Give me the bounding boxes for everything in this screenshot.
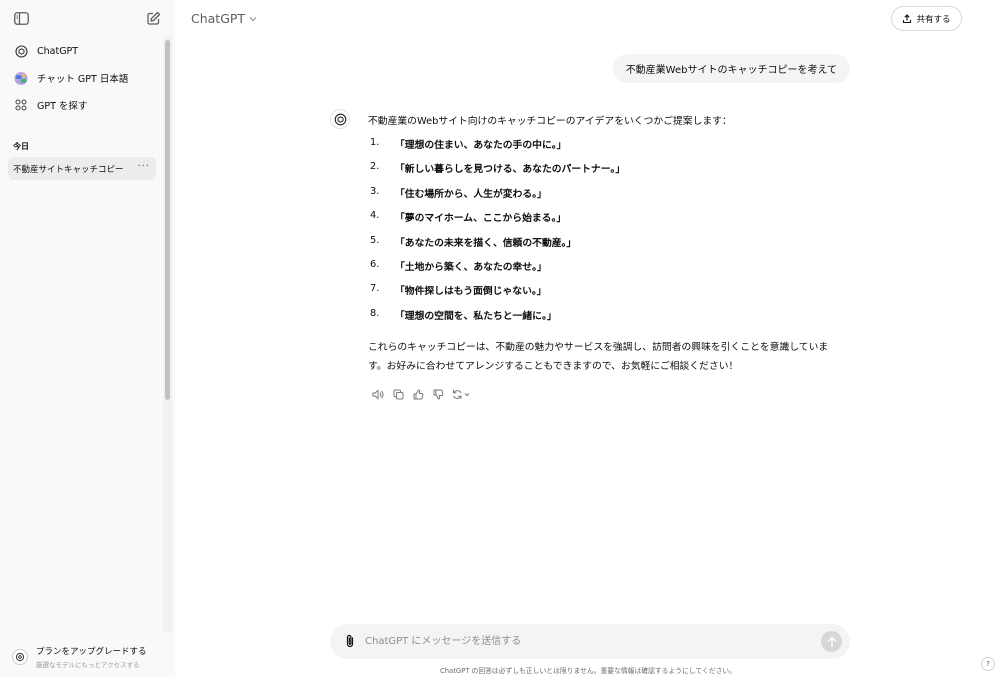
main-panel: ChatGPT 共有する 不動産業Webサイトのキャッチコピーを考えて 不動産業…	[175, 0, 1001, 677]
thumbs-up-icon	[413, 389, 423, 399]
list-text: 「理想の空間を、私たちと一緒に。」	[395, 310, 557, 322]
message-input[interactable]	[365, 632, 805, 651]
upgrade-icon	[12, 649, 28, 665]
list-number: 1.	[370, 137, 380, 148]
list-number: 3.	[370, 185, 380, 197]
sidebar-item-label: チャット GPT 日本語	[37, 74, 129, 85]
sidebar-scrollbar[interactable]	[165, 40, 170, 400]
read-aloud-button[interactable]	[368, 386, 388, 402]
assistant-list: 1. 「理想の住まい、あなたの手の中に。」 2. 「新しい暮らしを見つける、あなたの…	[370, 137, 625, 332]
list-text: 「物件探しはもう面倒じゃない。」	[395, 286, 547, 298]
list-item: 5. 「あなたの未来を描く、信頼の不動産。」	[370, 235, 625, 259]
sidebar-item-chat-gpt-japanese[interactable]: チャット GPT 日本語	[8, 66, 156, 90]
sidebar-toggle-icon	[13, 11, 29, 25]
sidebar-item-label: ChatGPT	[37, 45, 79, 57]
custom-gpt-avatar-icon	[14, 71, 28, 85]
regenerate-icon	[453, 389, 470, 399]
assistant-outro: これらのキャッチコピーは、不動産の魅力やサービスを強調し、訪問者の興味を引くこと…	[368, 342, 829, 372]
list-number: 6.	[370, 258, 380, 270]
list-number: 8.	[370, 307, 380, 319]
send-button[interactable]	[821, 631, 842, 652]
list-text: 「夢のマイホーム、ここから始まる。」	[395, 213, 567, 225]
model-name: ChatGPT	[191, 11, 246, 26]
openai-logo-icon	[14, 44, 28, 58]
share-label: 共有する	[916, 14, 951, 25]
history-section-label: 今日	[13, 142, 29, 151]
copy-button[interactable]	[388, 386, 408, 402]
list-text: 「土地から築く、あなたの幸せ。」	[395, 261, 547, 273]
share-icon	[903, 13, 912, 23]
list-number: 5.	[370, 234, 380, 246]
list-item: 4. 「夢のマイホーム、ここから始まる。」	[370, 210, 625, 234]
list-item: 6. 「土地から築く、あなたの幸せ。」	[370, 259, 625, 283]
speaker-icon	[372, 388, 384, 400]
list-item: 7. 「物件探しはもう面倒じゃない。」	[370, 283, 625, 307]
thumbs-down-button[interactable]	[428, 386, 448, 402]
list-text: 「理想の住まい、あなたの手の中に。」	[395, 140, 567, 151]
more-options-icon[interactable]: ···	[137, 161, 150, 172]
attach-button[interactable]	[342, 633, 358, 649]
sidebar-item-explore-gpts[interactable]: GPT を探す	[8, 93, 156, 117]
list-text: 「住む場所から、人生が変わる。」	[395, 188, 547, 200]
list-number: 7.	[370, 283, 380, 295]
openai-logo-icon	[334, 113, 346, 125]
list-item: 3. 「住む場所から、人生が変わる。」	[370, 186, 625, 210]
history-item-label: 不動産サイトキャッチコピー	[13, 164, 124, 175]
list-text: 「あなたの未来を描く、信頼の不動産。」	[395, 237, 577, 249]
sidebar: ChatGPT チャット GPT 日本語 GPT を探す 今日 不動産サイトキャ…	[0, 0, 175, 677]
sidebar-item-label: GPT を探す	[37, 101, 88, 112]
new-chat-button[interactable]	[142, 7, 164, 29]
upgrade-text: プランをアップグレードする 厳選なモデルにもっとアクセスする	[36, 645, 147, 669]
message-composer	[330, 624, 850, 659]
model-selector[interactable]: ChatGPT	[191, 11, 257, 26]
sidebar-header	[0, 0, 175, 36]
new-chat-icon	[146, 11, 160, 25]
grid-icon	[14, 98, 28, 112]
list-number: 2.	[370, 161, 380, 173]
regenerate-button[interactable]	[448, 386, 476, 402]
sidebar-toggle-button[interactable]	[10, 7, 32, 29]
upgrade-title: プランをアップグレードする	[36, 647, 147, 657]
help-button[interactable]: ?	[981, 657, 995, 671]
message-actions	[368, 386, 476, 402]
upgrade-subtitle: 厳選なモデルにもっとアクセスする	[36, 661, 140, 669]
copy-icon	[393, 389, 403, 399]
list-item: 8. 「理想の空間を、私たちと一緒に。」	[370, 308, 625, 332]
list-number: 4.	[370, 210, 380, 222]
assistant-intro: 不動産業のWebサイト向けのキャッチコピーのアイデアをいくつかご提案します：	[368, 116, 732, 127]
list-item: 1. 「理想の住まい、あなたの手の中に。」	[370, 137, 625, 161]
list-text: 「新しい暮らしを見つける、あなたのパートナー。」	[395, 164, 626, 176]
history-item[interactable]: 不動産サイトキャッチコピー ···	[8, 157, 156, 180]
assistant-avatar	[330, 109, 350, 129]
list-item: 2. 「新しい暮らしを見つける、あなたのパートナー。」	[370, 161, 625, 185]
thumbs-up-button[interactable]	[408, 386, 428, 402]
chevron-down-icon	[249, 16, 257, 21]
share-button[interactable]: 共有する	[891, 6, 962, 31]
user-message: 不動産業Webサイトのキャッチコピーを考えて	[612, 54, 850, 83]
thumbs-down-icon	[433, 389, 443, 399]
upgrade-plan-button[interactable]: プランをアップグレードする 厳選なモデルにもっとアクセスする	[8, 640, 164, 674]
arrow-up-icon	[827, 636, 836, 647]
sidebar-item-chatgpt[interactable]: ChatGPT	[8, 39, 156, 63]
paperclip-icon	[346, 634, 354, 648]
disclaimer: ChatGPT の回答は必ずしも正しいとは限りません。重要な情報は確認するように…	[439, 667, 737, 675]
